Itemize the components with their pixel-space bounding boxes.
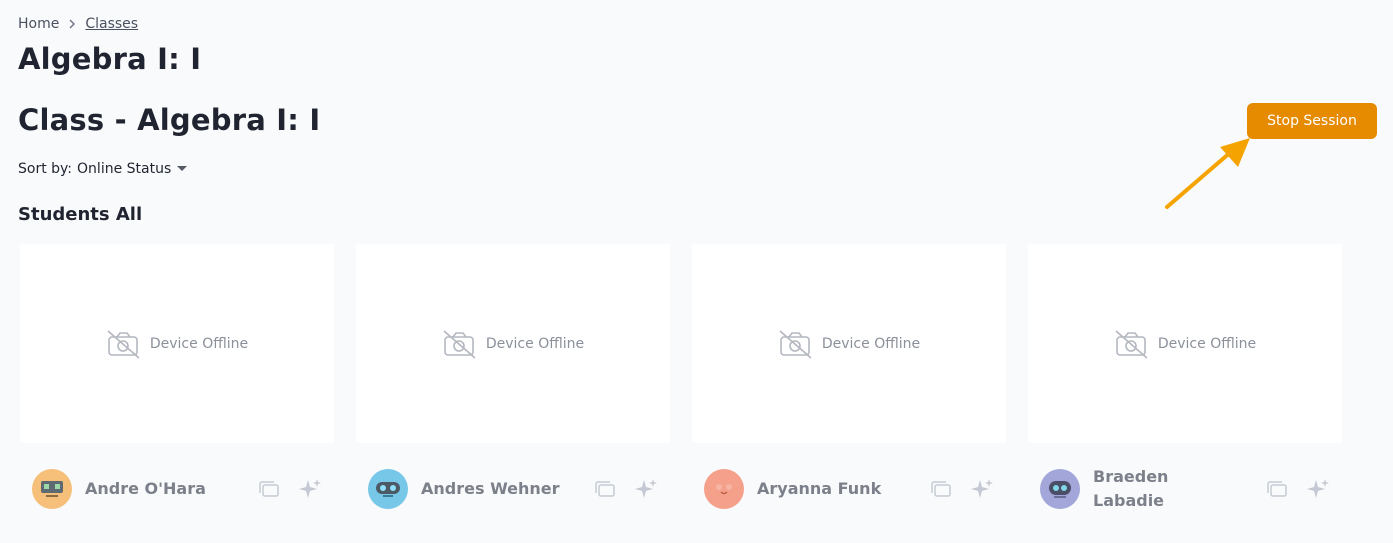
offline-indicator: Device Offline — [106, 329, 248, 359]
screens-icon[interactable] — [594, 480, 616, 498]
student-actions — [258, 477, 322, 501]
screens-icon[interactable] — [930, 480, 952, 498]
student-name: Andres Wehner — [421, 479, 560, 498]
offline-text: Device Offline — [821, 335, 921, 352]
robot-avatar-icon — [368, 469, 408, 509]
sparkle-icon[interactable] — [634, 477, 658, 501]
sort-value: Online Status — [77, 161, 172, 177]
offline-text: Device Offline — [1157, 335, 1257, 352]
page-title: Algebra I: I — [18, 42, 202, 76]
breadcrumb-classes[interactable]: Classes — [85, 16, 138, 32]
sparkle-icon[interactable] — [298, 477, 322, 501]
camera-off-icon — [1115, 329, 1148, 359]
sparkle-icon[interactable] — [970, 477, 994, 501]
sort-dropdown[interactable]: Online Status — [77, 161, 188, 177]
sort-label: Sort by: — [18, 161, 73, 177]
student-card: Device Offline Braeden Labadie — [1028, 244, 1342, 534]
student-footer: Aryanna Funk — [704, 464, 994, 514]
caret-down-icon — [177, 166, 188, 172]
screens-icon[interactable] — [258, 480, 280, 498]
annotation-arrow-icon — [1160, 135, 1260, 219]
offline-indicator: Device Offline — [778, 329, 920, 359]
student-actions — [594, 477, 658, 501]
student-name: Andre O'Hara — [85, 479, 206, 498]
student-screen[interactable]: Device Offline — [20, 244, 334, 443]
breadcrumb: Home Classes — [18, 16, 138, 32]
student-card: Device Offline Andres Wehner — [356, 244, 670, 534]
student-actions — [930, 477, 994, 501]
student-screen[interactable]: Device Offline — [1028, 244, 1342, 443]
offline-indicator: Device Offline — [1114, 329, 1256, 359]
camera-off-icon — [443, 329, 476, 359]
class-title: Class - Algebra I: I — [18, 103, 321, 137]
student-screen[interactable]: Device Offline — [356, 244, 670, 443]
student-footer: Andre O'Hara — [32, 464, 322, 514]
smile-avatar-icon — [704, 469, 744, 509]
sparkle-icon[interactable] — [1306, 477, 1330, 501]
chevron-right-icon — [68, 19, 76, 29]
camera-off-icon — [779, 329, 812, 359]
offline-text: Device Offline — [149, 335, 249, 352]
robot-avatar-icon — [32, 469, 72, 509]
stop-session-button[interactable]: Stop Session — [1247, 103, 1377, 139]
offline-indicator: Device Offline — [442, 329, 584, 359]
student-screen[interactable]: Device Offline — [692, 244, 1006, 443]
student-footer: Braeden Labadie — [1040, 464, 1330, 514]
student-actions — [1266, 477, 1330, 501]
breadcrumb-home[interactable]: Home — [18, 16, 59, 32]
student-card: Device Offline Aryanna Funk — [692, 244, 1006, 534]
offline-text: Device Offline — [485, 335, 585, 352]
screens-icon[interactable] — [1266, 480, 1288, 498]
student-card: Device Offline Andre O'Hara — [20, 244, 334, 534]
robot-avatar-icon — [1040, 469, 1080, 509]
sort-control: Sort by: Online Status — [18, 161, 188, 177]
student-footer: Andres Wehner — [368, 464, 658, 514]
section-title: Students All — [18, 204, 143, 225]
camera-off-icon — [107, 329, 140, 359]
student-name: Aryanna Funk — [757, 479, 882, 498]
student-name: Braeden Labadie — [1093, 467, 1169, 510]
